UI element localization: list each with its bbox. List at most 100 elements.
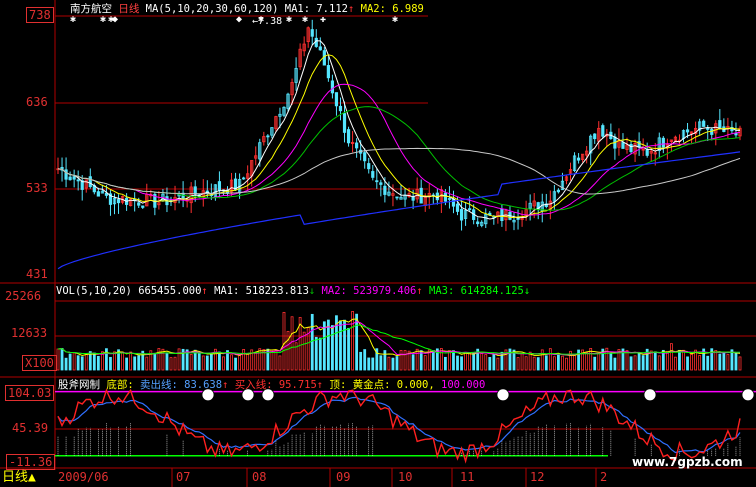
candle-body bbox=[137, 202, 141, 206]
volume-bar bbox=[254, 352, 258, 371]
volume-bar bbox=[706, 355, 710, 371]
volume-bar bbox=[391, 357, 395, 371]
volume-bar bbox=[548, 348, 552, 371]
vol-tick-mid: 12633 bbox=[11, 326, 48, 340]
volume-bar bbox=[480, 353, 484, 371]
candle-body bbox=[76, 179, 80, 182]
high-annotation: ←7.38 bbox=[252, 16, 283, 27]
volume-bar bbox=[633, 355, 637, 371]
signal-marker: ✱ bbox=[70, 14, 76, 25]
high-annotation-value: 7.38 bbox=[258, 16, 283, 27]
volume-bar bbox=[96, 355, 100, 371]
volume-bar bbox=[84, 352, 88, 371]
volume-bar bbox=[565, 357, 568, 371]
volume-bar bbox=[64, 357, 68, 371]
volume-bar bbox=[322, 321, 326, 371]
volume-bar bbox=[326, 319, 330, 371]
period-tab-label: 日线 bbox=[2, 470, 29, 485]
osc-indicator-label: 股斧网制 bbox=[58, 379, 100, 391]
volume-bar bbox=[169, 357, 173, 371]
volume-bar bbox=[415, 348, 419, 371]
period-tab[interactable]: 日线▲ bbox=[2, 471, 36, 485]
volume-bar bbox=[532, 356, 536, 371]
vol-ma5-line bbox=[57, 318, 741, 357]
candle-body bbox=[702, 120, 706, 127]
volume-bar bbox=[439, 348, 443, 371]
volume-bar bbox=[161, 348, 165, 371]
volume-bar bbox=[383, 350, 387, 371]
candle-body bbox=[355, 142, 359, 149]
volume-bar bbox=[682, 349, 685, 371]
candle-body bbox=[64, 169, 68, 180]
volume-bar bbox=[274, 350, 278, 371]
volume-bar bbox=[557, 354, 560, 371]
ma-indicator-label: MA(5,10,20,30,60,120) bbox=[145, 3, 279, 15]
volume-bar bbox=[686, 356, 689, 371]
volume-bar bbox=[419, 350, 423, 371]
candle-body bbox=[116, 199, 121, 204]
volume-bar bbox=[339, 320, 342, 371]
volume-bar bbox=[536, 357, 540, 371]
volume-bar bbox=[246, 352, 250, 371]
volume-bar bbox=[387, 356, 391, 371]
volume-bar bbox=[496, 357, 500, 371]
candle-body bbox=[96, 191, 100, 197]
ma10-line bbox=[57, 54, 741, 219]
volume-bar bbox=[698, 355, 702, 371]
volume-panel[interactable] bbox=[56, 311, 742, 371]
volume-bar bbox=[113, 351, 116, 371]
price-panel[interactable]: ✱ ✱ ✱◆ ◆ ✱ ✱ ✱ ✚ ✱ bbox=[56, 14, 742, 270]
volume-bar bbox=[484, 354, 488, 371]
volume-bar bbox=[68, 353, 72, 371]
volume-bar bbox=[218, 351, 221, 371]
vol-ma20-line bbox=[57, 324, 741, 355]
candle-body bbox=[601, 125, 605, 137]
volume-bar bbox=[625, 350, 629, 371]
oscillator-panel[interactable] bbox=[55, 388, 756, 464]
candle-body bbox=[576, 157, 581, 161]
volume-bar bbox=[209, 353, 213, 371]
signal-marker: ✱ bbox=[286, 14, 292, 25]
ma60-line bbox=[57, 147, 741, 195]
volume-header: VOL(5,10,20) 665455.000↑ MA1: 518223.813… bbox=[56, 285, 531, 297]
stock-chart[interactable]: ✱ ✱ ✱◆ ◆ ✱ ✱ ✱ ✚ ✱ bbox=[0, 0, 756, 487]
volume-bar bbox=[609, 353, 613, 371]
vol-ma2: MA2: 523979.406 bbox=[321, 285, 417, 297]
volume-bar bbox=[456, 355, 459, 371]
volume-bar bbox=[371, 357, 375, 371]
volume-bar bbox=[173, 356, 177, 371]
x-label-4: 10 bbox=[398, 470, 413, 484]
watermark: www.7gpzb.com bbox=[632, 455, 743, 469]
volume-bar bbox=[714, 350, 718, 371]
vol-unit: X100 bbox=[22, 355, 57, 371]
candle-body bbox=[500, 208, 504, 222]
volume-bar bbox=[286, 330, 290, 371]
candle-body bbox=[326, 65, 330, 79]
candle-body bbox=[661, 137, 665, 148]
volume-bar bbox=[657, 355, 661, 371]
volume-bar bbox=[520, 353, 524, 371]
candle-body bbox=[318, 46, 322, 51]
volume-bar bbox=[92, 352, 96, 371]
volume-bar bbox=[242, 349, 246, 371]
candle-body bbox=[593, 133, 597, 140]
candle-body bbox=[338, 105, 343, 112]
signal-marker: ◆ bbox=[236, 14, 242, 25]
x-label-3: 09 bbox=[336, 470, 351, 484]
osc-hundred: 100.000 bbox=[441, 379, 486, 391]
candle-body bbox=[621, 142, 625, 149]
volume-bar bbox=[649, 350, 653, 371]
candle-body bbox=[459, 208, 464, 221]
volume-bar bbox=[734, 352, 738, 371]
candle-body bbox=[68, 176, 72, 181]
candle-body bbox=[141, 205, 145, 208]
candle-body bbox=[217, 181, 222, 191]
price-tick-2: 636 bbox=[26, 95, 48, 109]
volume-bar bbox=[738, 356, 742, 371]
volume-bar bbox=[448, 350, 451, 371]
candle-body bbox=[516, 218, 520, 220]
candle-body bbox=[411, 196, 415, 201]
volume-bar bbox=[472, 352, 476, 371]
volume-bar bbox=[653, 351, 657, 371]
vol-value: 665455.000 bbox=[138, 285, 202, 297]
